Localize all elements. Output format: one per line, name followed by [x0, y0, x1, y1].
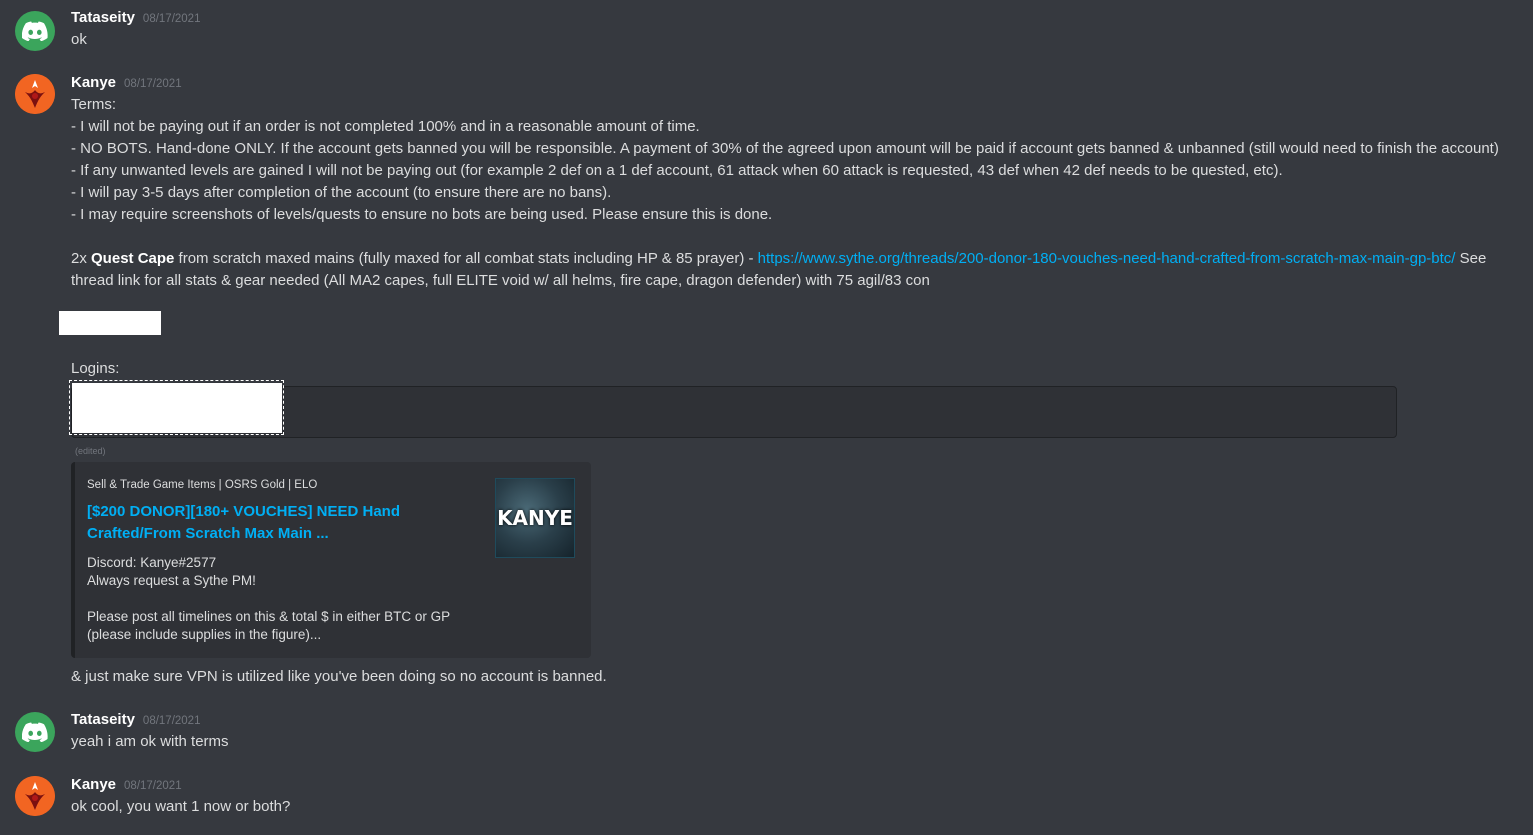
embed-desc-line: (please include supplies in the figure).…	[87, 627, 322, 642]
message-line: Terms:	[71, 96, 116, 113]
sythe-thread-link[interactable]: https://www.sythe.org/threads/200-donor-…	[758, 250, 1456, 267]
redacted-logins	[72, 383, 282, 433]
quest-prefix: 2x	[71, 250, 92, 267]
timestamp: 08/17/2021	[142, 13, 201, 25]
quest-middle: from scratch maxed mains (fully maxed fo…	[174, 250, 758, 267]
embed-desc-line: Discord: Kanye#2577	[87, 555, 217, 570]
message-author-tataseity[interactable]: Tataseity 08/17/2021	[71, 711, 200, 728]
message-line: - I will not be paying out if an order i…	[71, 118, 700, 135]
message-author-kanye[interactable]: Kanye 08/17/2021	[71, 776, 182, 793]
username[interactable]: Tataseity	[71, 711, 135, 728]
embed-title-line2[interactable]: Crafted/From Scratch Max Main ...	[87, 523, 329, 545]
message-author-kanye[interactable]: Kanye 08/17/2021	[71, 74, 182, 91]
message-line: thread link for all stats & gear needed …	[71, 272, 930, 289]
message-author-tataseity[interactable]: Tataseity 08/17/2021	[71, 9, 200, 26]
timestamp: 08/17/2021	[142, 715, 201, 727]
embed-desc-line: Always request a Sythe PM!	[87, 573, 256, 588]
username[interactable]: Kanye	[71, 776, 116, 793]
message-line: - If any unwanted levels are gained I wi…	[71, 162, 1283, 179]
embed-provider[interactable]: Sell & Trade Game Items | OSRS Gold | EL…	[87, 479, 317, 491]
avatar-tataseity[interactable]	[15, 712, 55, 752]
message-text: ok cool, you want 1 now or both?	[71, 798, 291, 815]
message-text: ok	[71, 31, 87, 48]
kanye-avatar-icon	[15, 776, 55, 816]
embed-thumbnail[interactable]: KANYE	[495, 478, 575, 558]
embed-title-line1[interactable]: [$200 DONOR][180+ VOUCHES] NEED Hand	[87, 501, 400, 523]
avatar-kanye[interactable]	[15, 74, 55, 114]
avatar-kanye[interactable]	[15, 776, 55, 816]
username[interactable]: Tataseity	[71, 9, 135, 26]
username[interactable]: Kanye	[71, 74, 116, 91]
avatar-tataseity[interactable]	[15, 11, 55, 51]
message-text: & just make sure VPN is utilized like yo…	[71, 668, 607, 685]
logins-label: Logins:	[71, 360, 120, 377]
timestamp: 08/17/2021	[124, 78, 182, 90]
edited-label: (edited)	[75, 446, 106, 456]
quest-suffix: See	[1455, 250, 1487, 267]
message-text: yeah i am ok with terms	[71, 733, 229, 750]
redacted-block	[59, 311, 161, 335]
message-line: - I will pay 3-5 days after completion o…	[71, 184, 612, 201]
quest-cape-line: 2x Quest Cape from scratch maxed mains (…	[71, 248, 1486, 270]
message-line: - I may require screenshots of levels/qu…	[71, 206, 773, 223]
discord-logo-icon	[22, 21, 48, 41]
discord-logo-icon	[22, 722, 48, 742]
embed-desc-line: Please post all timelines on this & tota…	[87, 609, 451, 624]
timestamp: 08/17/2021	[124, 780, 182, 792]
quest-bold: Quest Cape	[91, 250, 175, 267]
thumbnail-text: KANYE	[497, 506, 573, 530]
message-line: - NO BOTS. Hand-done ONLY. If the accoun…	[71, 140, 1499, 157]
kanye-avatar-icon	[15, 74, 55, 114]
